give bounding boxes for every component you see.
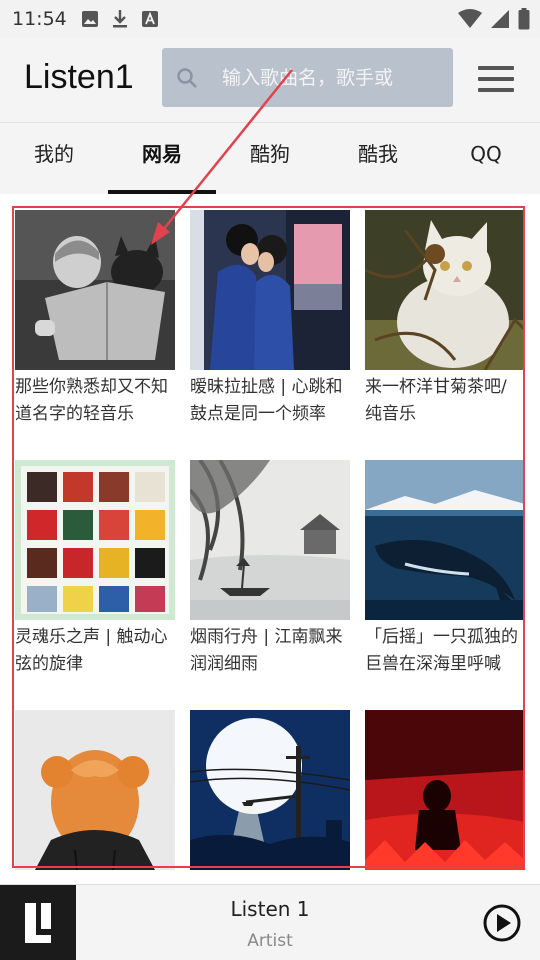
playlist-card[interactable]: 「后摇」一只孤独的巨兽在深海里呼喊 [365, 460, 525, 678]
track-artist: Artist [247, 931, 293, 951]
playlist-card[interactable]: 那些你熟悉却又不知道名字的轻音乐 [15, 210, 175, 428]
playlist-title: 「后摇」一只孤独的巨兽在深海里呼喊 [365, 627, 518, 674]
tab-mine[interactable]: 我的 [0, 123, 108, 195]
signal-icon [491, 10, 509, 28]
playlist-cover [15, 460, 175, 620]
player-bar: Listen 1 Artist [0, 884, 540, 960]
wifi-icon [458, 9, 482, 28]
playlist-title: 灵魂乐之声 | 触动心弦的旋律 [15, 627, 168, 674]
status-bar: 11:54 [0, 0, 540, 38]
app-bar: Listen1 [0, 38, 540, 122]
playlist-cover [15, 210, 175, 370]
playlist-cover [190, 710, 350, 870]
playlist-title: 那些你熟悉却又不知道名字的轻音乐 [15, 377, 168, 424]
playlist-card[interactable]: 暧昧拉扯感 | 心跳和鼓点是同一个频率 [190, 210, 350, 428]
playlist-card[interactable]: 灵魂乐之声 | 触动心弦的旋律 [15, 460, 175, 678]
playlist-cover [190, 460, 350, 620]
playlist-grid: 那些你熟悉却又不知道名字的轻音乐 暧昧拉扯感 | 心跳和鼓点是同一个频率 来一杯… [0, 194, 540, 884]
tab-kuwo[interactable]: 酷我 [324, 123, 432, 195]
tab-kugou[interactable]: 酷狗 [216, 123, 324, 195]
status-time: 11:54 [12, 8, 67, 30]
playlist-cover [365, 710, 525, 870]
playlist-title: 烟雨行舟 | 江南飘来润润细雨 [190, 627, 343, 674]
playlist-card[interactable] [15, 710, 175, 874]
playlist-cover [190, 210, 350, 370]
search-icon [177, 67, 197, 88]
playlist-title: 暧昧拉扯感 | 心跳和鼓点是同一个频率 [190, 377, 343, 424]
playlist-cover [365, 460, 525, 620]
source-tabs: 我的 网易 酷狗 酷我 QQ [0, 122, 540, 195]
play-circle-icon[interactable] [482, 903, 522, 943]
playlist-card[interactable] [365, 710, 525, 874]
hamburger-menu-icon[interactable] [478, 66, 514, 94]
search-input[interactable] [222, 66, 422, 89]
battery-icon [518, 8, 530, 30]
app-title: Listen1 [24, 58, 134, 96]
playlist-card[interactable]: 来一杯洋甘菊茶吧/纯音乐 [365, 210, 525, 428]
search-box[interactable] [162, 48, 453, 107]
track-title: Listen 1 [230, 897, 310, 921]
tab-netease[interactable]: 网易 [108, 123, 216, 195]
image-icon [81, 11, 98, 27]
playlist-cover [365, 210, 525, 370]
download-icon [112, 10, 127, 28]
playlist-card[interactable]: 烟雨行舟 | 江南飘来润润细雨 [190, 460, 350, 678]
playlist-card[interactable] [190, 710, 350, 874]
font-icon [141, 11, 158, 27]
playlist-title: 来一杯洋甘菊茶吧/纯音乐 [365, 377, 507, 424]
playlist-cover [15, 710, 175, 870]
tab-qq[interactable]: QQ [432, 123, 540, 195]
